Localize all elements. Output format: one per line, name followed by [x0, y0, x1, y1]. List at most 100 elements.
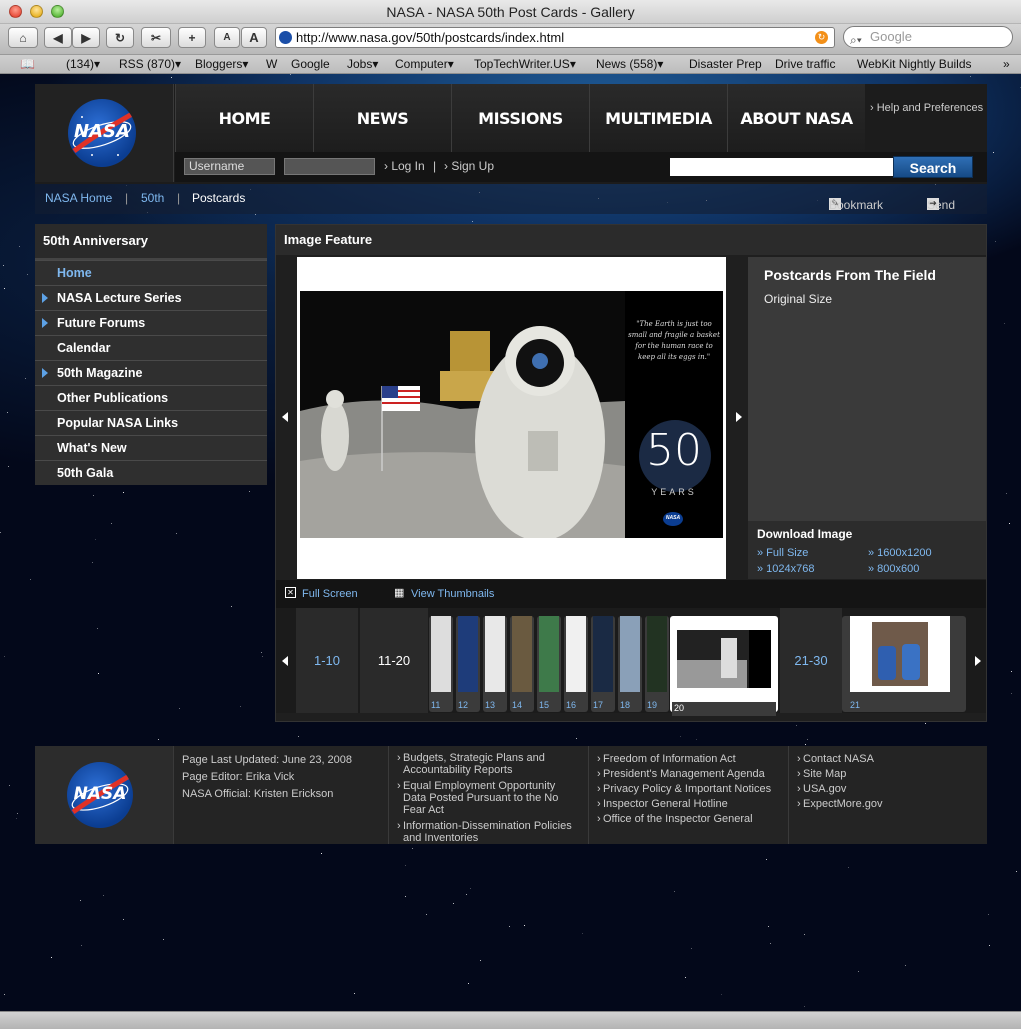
thumbnail-item[interactable]: 16 [564, 616, 588, 712]
footer-link[interactable]: › Freedom of Information Act [597, 752, 780, 767]
forward-button[interactable]: ▶ [72, 27, 100, 48]
password-input[interactable] [284, 158, 375, 175]
bookmark-item[interactable]: TopTechWriter.US▾ [474, 57, 576, 71]
page-11-20-tab[interactable]: 11-20 [360, 608, 428, 713]
image-feature-panel: Image Feature "The Earth is just too sma… [275, 224, 987, 722]
thumbnail-item[interactable]: 18 [618, 616, 642, 712]
sidebar-item-nasa-lecture-series[interactable]: NASA Lecture Series [35, 285, 267, 310]
sidebar-item-popular-nasa-links[interactable]: Popular NASA Links [35, 410, 267, 435]
thumbnail-item[interactable]: 15 [537, 616, 561, 712]
nav-about[interactable]: ABOUT NASA [727, 84, 865, 152]
nasa-logo-link[interactable]: NASA [35, 84, 174, 182]
site-search-button[interactable]: Search [893, 156, 973, 178]
footer-link[interactable]: › Site Map [797, 767, 979, 782]
back-button[interactable]: ◀ [44, 27, 72, 48]
thumbnail-item[interactable]: 11 [429, 616, 453, 712]
footer-link[interactable]: › Budgets, Strategic Plans and Accountabi… [397, 752, 580, 776]
bookmarks-book-icon[interactable]: 📖 [20, 57, 35, 71]
reload-rss-icon[interactable]: ↻ [815, 31, 828, 44]
download-1600-link[interactable]: » 1600x1200 [868, 547, 932, 559]
window-title: NASA - NASA 50th Post Cards - Gallery [386, 4, 635, 20]
footer-link-label: Budgets, Strategic Plans and Accountabil… [403, 752, 545, 776]
breadcrumb-50th[interactable]: 50th [141, 191, 164, 205]
nav-multimedia[interactable]: MULTIMEDIA [589, 84, 727, 152]
footer-links-col-2: › Freedom of Information Act › President's … [588, 746, 788, 844]
thumbnail-item[interactable]: 13 [483, 616, 507, 712]
footer-link-label: Contact NASA [803, 753, 874, 765]
thumbnail-item[interactable]: 17 [591, 616, 615, 712]
bookmark-item[interactable]: Disaster Prep [689, 57, 762, 71]
send-label: Send [927, 198, 956, 212]
username-input[interactable]: Username [184, 158, 275, 175]
download-full-size-link[interactable]: » Full Size [757, 547, 808, 559]
next-image-arrow-icon[interactable] [736, 412, 742, 422]
google-search-placeholder: Google [870, 29, 912, 44]
breadcrumb-nasa-home[interactable]: NASA Home [45, 191, 112, 205]
more-bookmarks-chevron-icon[interactable]: » [1003, 57, 1010, 71]
strip-prev-arrow-icon[interactable] [282, 656, 288, 666]
bookmark-item[interactable]: WebKit Nightly Builds [857, 57, 972, 71]
sidebar-item-calendar[interactable]: Calendar [35, 335, 267, 360]
login-link[interactable]: › Log In [384, 159, 425, 173]
nav-home[interactable]: HOME [175, 84, 313, 152]
sidebar-item-50th-gala[interactable]: 50th Gala [35, 460, 267, 485]
nav-news[interactable]: NEWS [313, 84, 451, 152]
thumbnail-next[interactable]: 21 [842, 616, 966, 712]
signup-link[interactable]: › Sign Up [444, 159, 494, 173]
bookmark-item[interactable]: Jobs▾ [347, 57, 378, 71]
footer-link[interactable]: › Contact NASA [797, 752, 979, 767]
sidebar-item-50th-magazine[interactable]: 50th Magazine [35, 360, 267, 385]
site-search-input[interactable] [670, 158, 895, 176]
add-bookmark-button[interactable]: + [178, 27, 206, 48]
smaller-text-button[interactable]: A [214, 27, 240, 48]
download-1024-link[interactable]: » 1024x768 [757, 563, 815, 575]
footer-link[interactable]: › USA.gov [797, 782, 979, 797]
footer-nasa-logo-icon[interactable]: NASA [67, 762, 133, 828]
bookmark-item[interactable]: Computer▾ [395, 57, 454, 71]
featured-postcard-image[interactable]: "The Earth is just too small and fragile… [300, 291, 723, 538]
bookmark-item[interactable]: W [266, 57, 277, 71]
thumbnail-number: 17 [593, 700, 604, 710]
breadcrumb-current: Postcards [192, 191, 246, 205]
sidebar-item-future-forums[interactable]: Future Forums [35, 310, 267, 335]
fullscreen-link[interactable]: Full Screen [302, 588, 358, 600]
home-button[interactable]: ⌂ [8, 27, 38, 48]
bookmark-item[interactable]: News (558)▾ [596, 57, 663, 71]
page-21-30-tab[interactable]: 21-30 [780, 608, 842, 713]
larger-text-button[interactable]: A [241, 27, 267, 48]
thumbnail-selected[interactable]: 20 [670, 616, 778, 716]
footer-link[interactable]: › Office of the Inspector General [597, 812, 780, 827]
footer-link[interactable]: › ExpectMore.gov [797, 797, 979, 812]
reload-button[interactable]: ↻ [106, 27, 134, 48]
page-1-10-tab[interactable]: 1-10 [296, 608, 358, 713]
thumbnail-item[interactable]: 14 [510, 616, 534, 712]
footer-link[interactable]: › Information-Dissemination Policies and … [397, 820, 580, 844]
address-bar[interactable]: http://www.nasa.gov/50th/postcards/index… [275, 27, 835, 48]
bookmark-item[interactable]: Bloggers▾ [195, 57, 248, 71]
fullscreen-icon[interactable]: ✕ [285, 587, 296, 598]
view-thumbnails-link[interactable]: View Thumbnails [411, 588, 494, 600]
sidebar-item-other-publications[interactable]: Other Publications [35, 385, 267, 410]
prev-image-arrow-icon[interactable] [282, 412, 288, 422]
bookmark-item[interactable]: (134)▾ [66, 57, 100, 71]
thumbnail-item[interactable]: 12 [456, 616, 480, 712]
sidebar-item-home[interactable]: Home [35, 260, 267, 285]
footer-link[interactable]: › President's Management Agenda [597, 767, 780, 782]
nav-missions[interactable]: MISSIONS [451, 84, 589, 152]
home-icon: ⌂ [19, 30, 27, 45]
sidebar-item-what-s-new[interactable]: What's New [35, 435, 267, 460]
footer-link[interactable]: › Equal Employment Opportunity Data Poste… [397, 780, 580, 816]
bookmark-item[interactable]: Google [291, 57, 330, 71]
download-800-link[interactable]: » 800x600 [868, 563, 919, 575]
bookmark-item[interactable]: RSS (870)▾ [119, 57, 181, 71]
snippet-button[interactable]: ✂ [141, 27, 171, 48]
bookmark-item[interactable]: Drive traffic [775, 57, 835, 71]
thumbnails-grid-icon[interactable]: ▦ [394, 586, 404, 599]
footer-link[interactable]: › Privacy Policy & Important Notices [597, 782, 780, 797]
main-nav: HOME NEWS MISSIONS MULTIMEDIA ABOUT NASA [175, 84, 865, 152]
footer-link[interactable]: › Inspector General Hotline [597, 797, 780, 812]
thumbnail-item[interactable]: 19 [645, 616, 669, 712]
help-preferences-link[interactable]: › Help and Preferences [870, 102, 983, 114]
google-search-field[interactable]: ⌕▾ Google [843, 26, 1013, 48]
strip-next-arrow-icon[interactable] [975, 656, 981, 666]
